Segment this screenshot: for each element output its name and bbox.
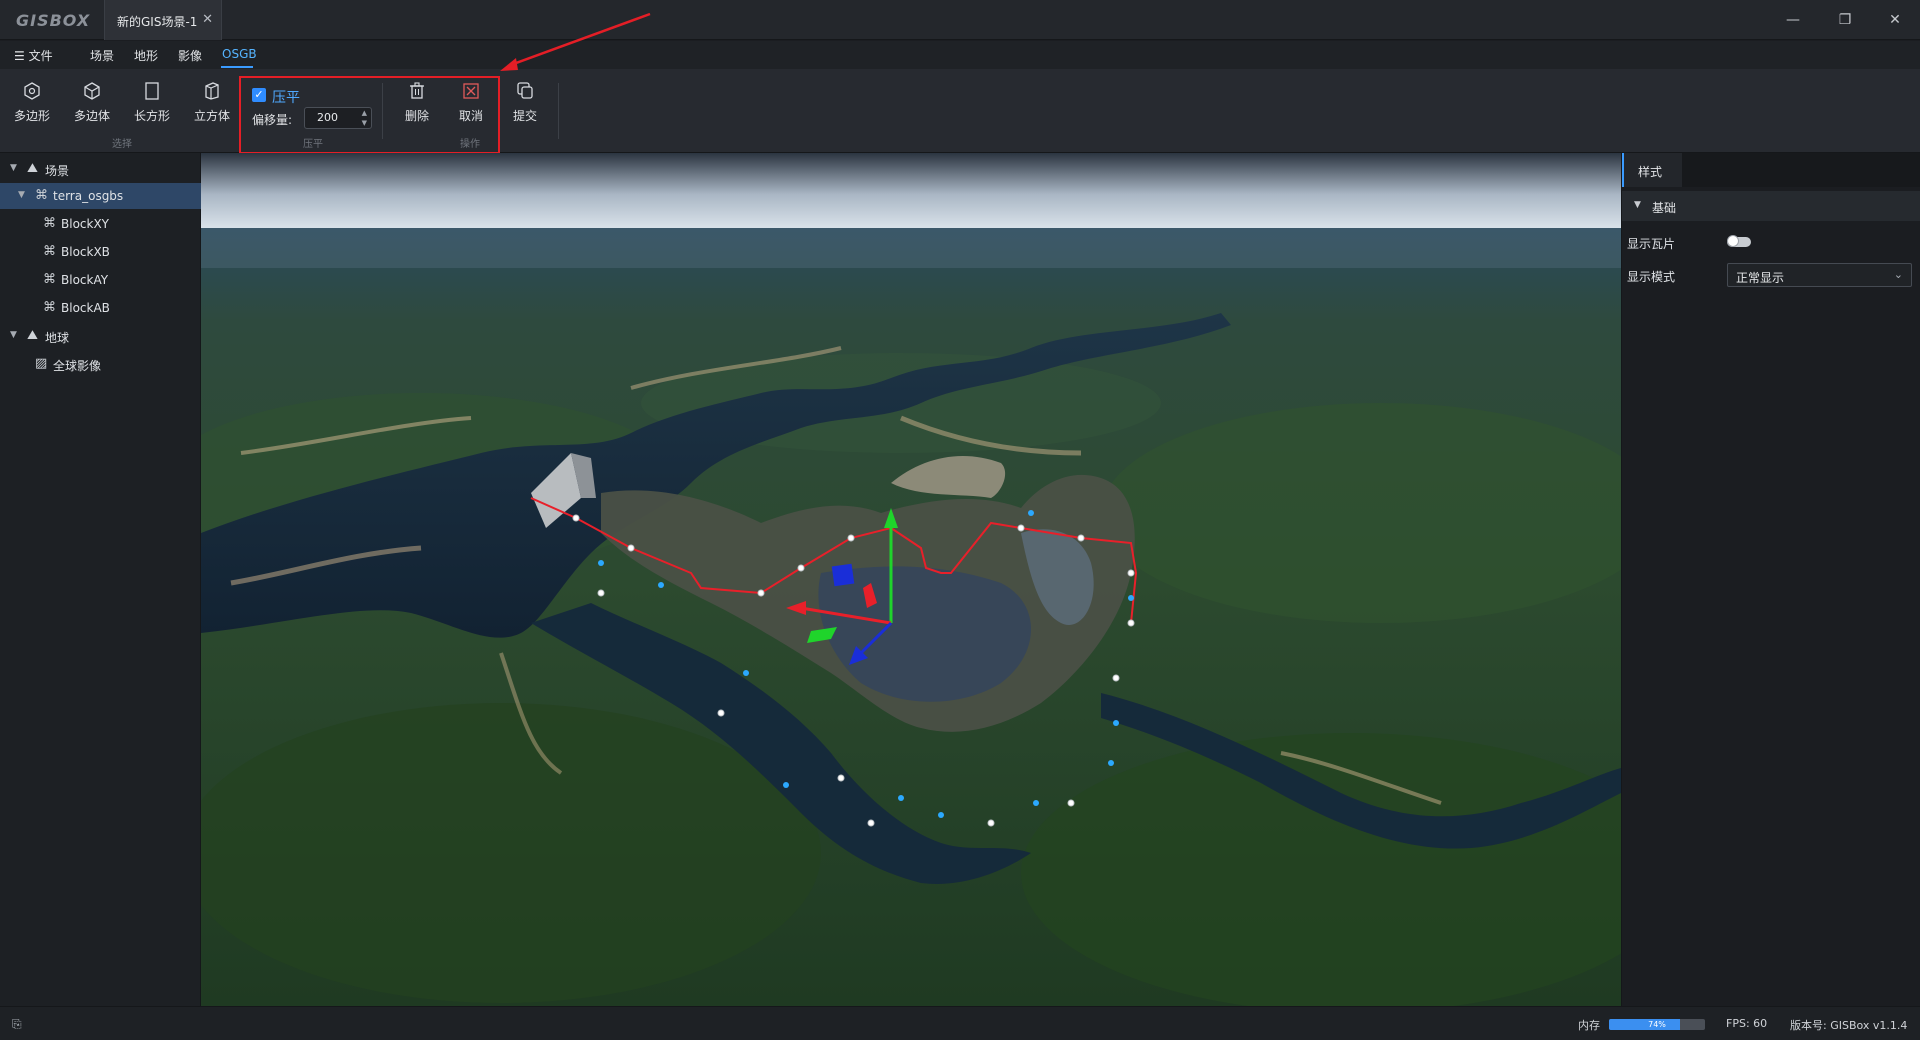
model-icon: ⌘ — [43, 300, 56, 315]
tree-node-label: 地球 — [45, 331, 70, 345]
polygon-select-label: 多边形 — [13, 109, 50, 123]
show-tiles-toggle[interactable] — [1727, 235, 1751, 247]
tree-node-globe[interactable]: ▼ ⛰ 地球 — [0, 323, 201, 349]
status-bar: ⎘ 内存 74% FPS: 60 版本号: GISBox v1.1.4 — [0, 1006, 1920, 1040]
file-menu[interactable]: ☰ 文件 — [14, 47, 53, 64]
globe-icon: ⛰ — [27, 328, 38, 343]
model-icon: ⌘ — [43, 244, 56, 259]
section-basic-label: 基础 — [1652, 201, 1677, 215]
properties-panel: 样式 ▼ 基础 显示瓦片 显示模式 正常显示 ⌄ — [1621, 153, 1920, 1006]
divider — [558, 83, 559, 139]
tree-node-label: BlockAY — [61, 273, 109, 287]
show-tiles-label: 显示瓦片 — [1627, 237, 1676, 251]
tab-scene[interactable]: 场景 — [90, 47, 114, 64]
minimize-button[interactable]: — — [1770, 0, 1816, 40]
tree-node-global-imagery[interactable]: ▨ 全球影像 — [0, 351, 201, 377]
close-tab-icon[interactable]: ✕ — [202, 12, 213, 27]
tree-node-blockxy[interactable]: ⌘ BlockXY — [0, 211, 201, 237]
file-menu-label: 文件 — [28, 49, 53, 63]
model-icon: ⌘ — [35, 188, 48, 203]
app-logo: GISBOX — [16, 11, 91, 30]
tree-node-label: BlockXY — [61, 217, 110, 231]
select-group-label: 选择 — [112, 139, 132, 150]
active-tab-indicator — [221, 66, 253, 68]
rectangle-select-label: 长方形 — [133, 109, 170, 123]
section-basic[interactable]: ▼ 基础 — [1622, 191, 1920, 221]
caret-down-icon[interactable]: ▼ — [10, 163, 17, 173]
tab-terrain[interactable]: 地形 — [134, 47, 158, 64]
chevron-down-icon: ⌄ — [1893, 268, 1903, 281]
fps-readout: FPS: 60 — [1726, 1017, 1768, 1030]
restore-button[interactable]: ❐ — [1822, 0, 1868, 40]
tree-node-label: 全球影像 — [53, 359, 102, 373]
tree-node-label: BlockXB — [61, 245, 110, 259]
title-bar: GISBOX 新的GIS场景-1 ✕ — ❐ ✕ — [0, 0, 1920, 40]
model-icon: ⌘ — [43, 272, 56, 287]
annotation-highlight-box — [239, 76, 500, 154]
tree-node-label: terra_osgbs — [53, 189, 124, 203]
log-icon[interactable]: ⎘ — [12, 1017, 22, 1032]
document-tab[interactable]: 新的GIS场景-1 ✕ — [104, 0, 222, 40]
cube-select-label: 立方体 — [193, 109, 230, 123]
polyhedron-select-button[interactable]: 多边体 — [64, 81, 120, 124]
submit-label: 提交 — [512, 109, 537, 123]
tree-node-label: BlockAB — [61, 301, 110, 315]
caret-down-icon[interactable]: ▼ — [18, 190, 25, 200]
caret-down-icon: ▼ — [1634, 200, 1641, 210]
display-mode-label: 显示模式 — [1627, 270, 1676, 284]
tree-node-blockxb[interactable]: ⌘ BlockXB — [0, 239, 201, 265]
display-mode-value: 正常显示 — [1736, 271, 1785, 285]
annotation-arrow — [500, 12, 651, 71]
submit-icon — [517, 82, 533, 99]
polyhedron-icon — [84, 82, 100, 100]
imagery-icon: ▨ — [35, 356, 48, 371]
memory-progress-bar: 74% — [1609, 1019, 1705, 1030]
cube-icon — [205, 82, 219, 100]
display-mode-select[interactable]: 正常显示 ⌄ — [1727, 263, 1912, 287]
polygon-select-button[interactable]: 多边形 — [4, 81, 60, 124]
version-label: 版本号: GISBox v1.1.4 — [1790, 1019, 1908, 1032]
rectangle-select-button[interactable]: 长方形 — [124, 81, 180, 124]
rectangle-icon — [145, 82, 159, 100]
document-tab-label: 新的GIS场景-1 — [117, 15, 198, 29]
scene-icon: ⛰ — [27, 161, 38, 176]
tab-style[interactable]: 样式 — [1622, 153, 1682, 187]
tab-style-label: 样式 — [1638, 165, 1663, 179]
tab-osgb[interactable]: OSGB — [222, 47, 257, 61]
tree-node-blockab[interactable]: ⌘ BlockAB — [0, 295, 201, 321]
tree-node-blockay[interactable]: ⌘ BlockAY — [0, 267, 201, 293]
memory-label: 内存 — [1578, 1019, 1600, 1032]
caret-down-icon[interactable]: ▼ — [10, 330, 17, 340]
menu-bar: ☰ 文件 场景 地形 影像 OSGB — [0, 41, 1920, 69]
polyhedron-select-label: 多边体 — [73, 109, 110, 123]
close-window-button[interactable]: ✕ — [1872, 0, 1918, 40]
tree-node-scene[interactable]: ▼ ⛰ 场景 — [0, 156, 201, 182]
properties-tab-bar: 样式 — [1622, 153, 1920, 187]
tree-node-terra-osgbs[interactable]: ▼ ⌘ terra_osgbs — [0, 183, 201, 209]
model-icon: ⌘ — [43, 216, 56, 231]
map-viewport-3d[interactable] — [201, 153, 1621, 1006]
submit-button[interactable]: 提交 — [497, 81, 553, 124]
terrain-scene — [201, 153, 1621, 1006]
tab-imagery[interactable]: 影像 — [178, 47, 202, 64]
hamburger-icon: ☰ — [14, 49, 25, 63]
scene-tree-panel: ▼ ⛰ 场景 ▼ ⌘ terra_osgbs ⌘ BlockXY ⌘ Block… — [0, 153, 201, 1006]
hexagon-icon — [24, 82, 40, 100]
cube-select-button[interactable]: 立方体 — [184, 81, 240, 124]
active-tab-indicator — [1622, 153, 1624, 187]
tree-node-label: 场景 — [45, 164, 70, 178]
toggle-knob — [1727, 235, 1739, 247]
memory-percent-text: 74% — [1648, 1020, 1666, 1029]
